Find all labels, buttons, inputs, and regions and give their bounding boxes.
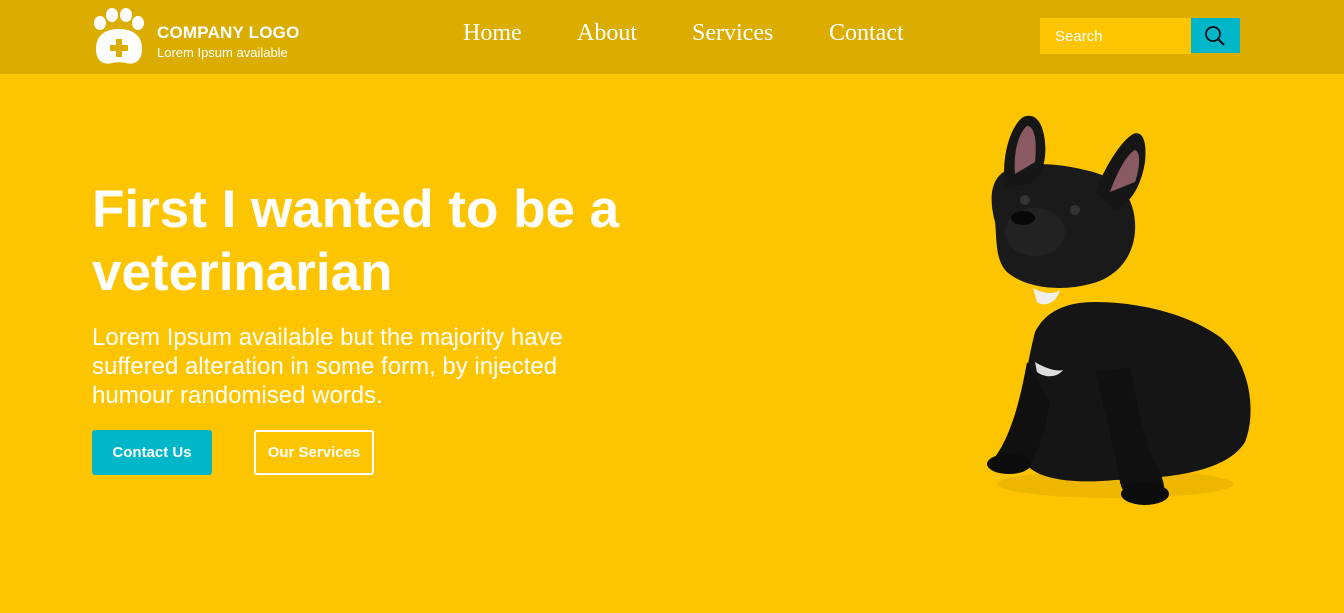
search-icon — [1205, 26, 1225, 46]
nav-about[interactable]: About — [577, 20, 637, 47]
company-logo[interactable]: COMPANY LOGO Lorem Ipsum available — [90, 7, 320, 67]
logo-title: COMPANY LOGO — [157, 23, 300, 42]
site-header: COMPANY LOGO Lorem Ipsum available Home … — [0, 0, 1344, 74]
hero-title: First I wanted to be a veterinarian — [92, 180, 620, 302]
search-button[interactable] — [1191, 18, 1240, 53]
hero-description: Lorem Ipsum available but the majority h… — [92, 324, 563, 409]
paw-plus-icon — [94, 8, 144, 64]
french-bulldog-image — [987, 115, 1251, 505]
contact-us-button[interactable]: Contact Us — [92, 430, 212, 475]
logo-tagline: Lorem Ipsum available — [157, 45, 288, 60]
nav-home[interactable]: Home — [463, 20, 522, 47]
nav-services[interactable]: Services — [692, 20, 773, 47]
nav-contact[interactable]: Contact — [829, 20, 904, 47]
search-input[interactable] — [1040, 18, 1191, 54]
our-services-button[interactable]: Our Services — [254, 430, 374, 475]
